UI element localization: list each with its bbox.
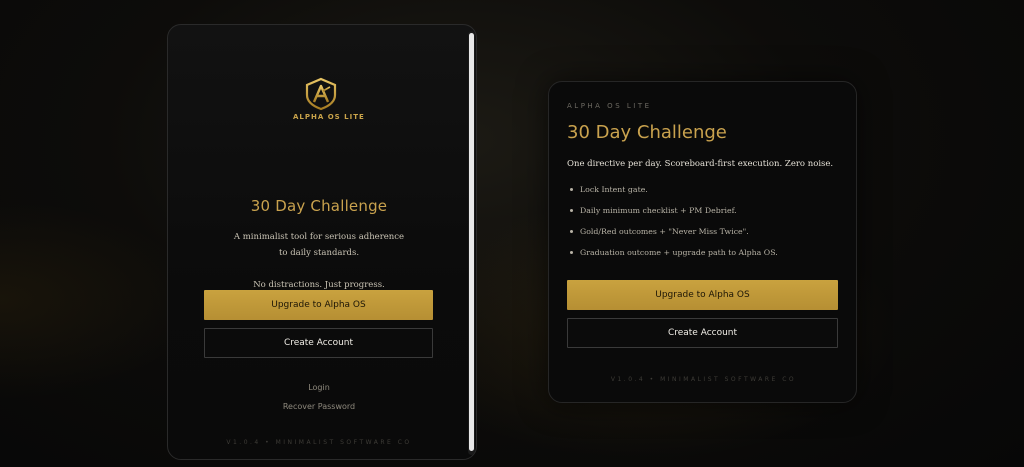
upgrade-button[interactable]: Upgrade to Alpha OS <box>567 280 838 310</box>
mobile-preview-card: ALPHA OS LITE 30 Day Challenge A minimal… <box>167 24 477 460</box>
page-title: 30 Day Challenge <box>250 197 388 215</box>
shield-a-logo-icon <box>305 77 337 111</box>
login-link[interactable]: Login <box>168 383 470 392</box>
create-account-button[interactable]: Create Account <box>567 318 838 348</box>
brand-logo: ALPHA OS LITE <box>293 77 365 137</box>
feature-list: Lock Intent gate. Daily minimum checklis… <box>567 179 778 263</box>
upgrade-button[interactable]: Upgrade to Alpha OS <box>204 290 433 320</box>
list-item: Gold/Red outcomes + "Never Miss Twice". <box>567 221 778 242</box>
card-subtitle: One directive per day. Scoreboard-first … <box>567 159 834 169</box>
version-footer: V1.0.4 • MINIMALIST SOFTWARE CO <box>610 376 797 383</box>
scrollbar[interactable] <box>468 31 475 455</box>
description-line: A minimalist tool for serious adherence <box>233 232 405 242</box>
scrollbar-thumb[interactable] <box>469 33 474 451</box>
version-footer: V1.0.4 • MINIMALIST SOFTWARE CO <box>226 439 412 446</box>
card-title: 30 Day Challenge <box>567 122 727 143</box>
list-item: Graduation outcome + upgrade path to Alp… <box>567 242 778 263</box>
desktop-preview-card: ALPHA OS LITE 30 Day Challenge One direc… <box>548 81 857 403</box>
create-account-button[interactable]: Create Account <box>204 328 433 358</box>
list-item: Daily minimum checklist + PM Debrief. <box>567 200 778 221</box>
description-line: to daily standards. <box>278 248 360 258</box>
logo-text: ALPHA OS LITE <box>293 113 365 121</box>
recover-password-link[interactable]: Recover Password <box>168 402 470 411</box>
eyebrow-label: ALPHA OS LITE <box>567 102 652 110</box>
description: A minimalist tool for serious adherence … <box>168 229 470 293</box>
list-item: Lock Intent gate. <box>567 179 778 200</box>
